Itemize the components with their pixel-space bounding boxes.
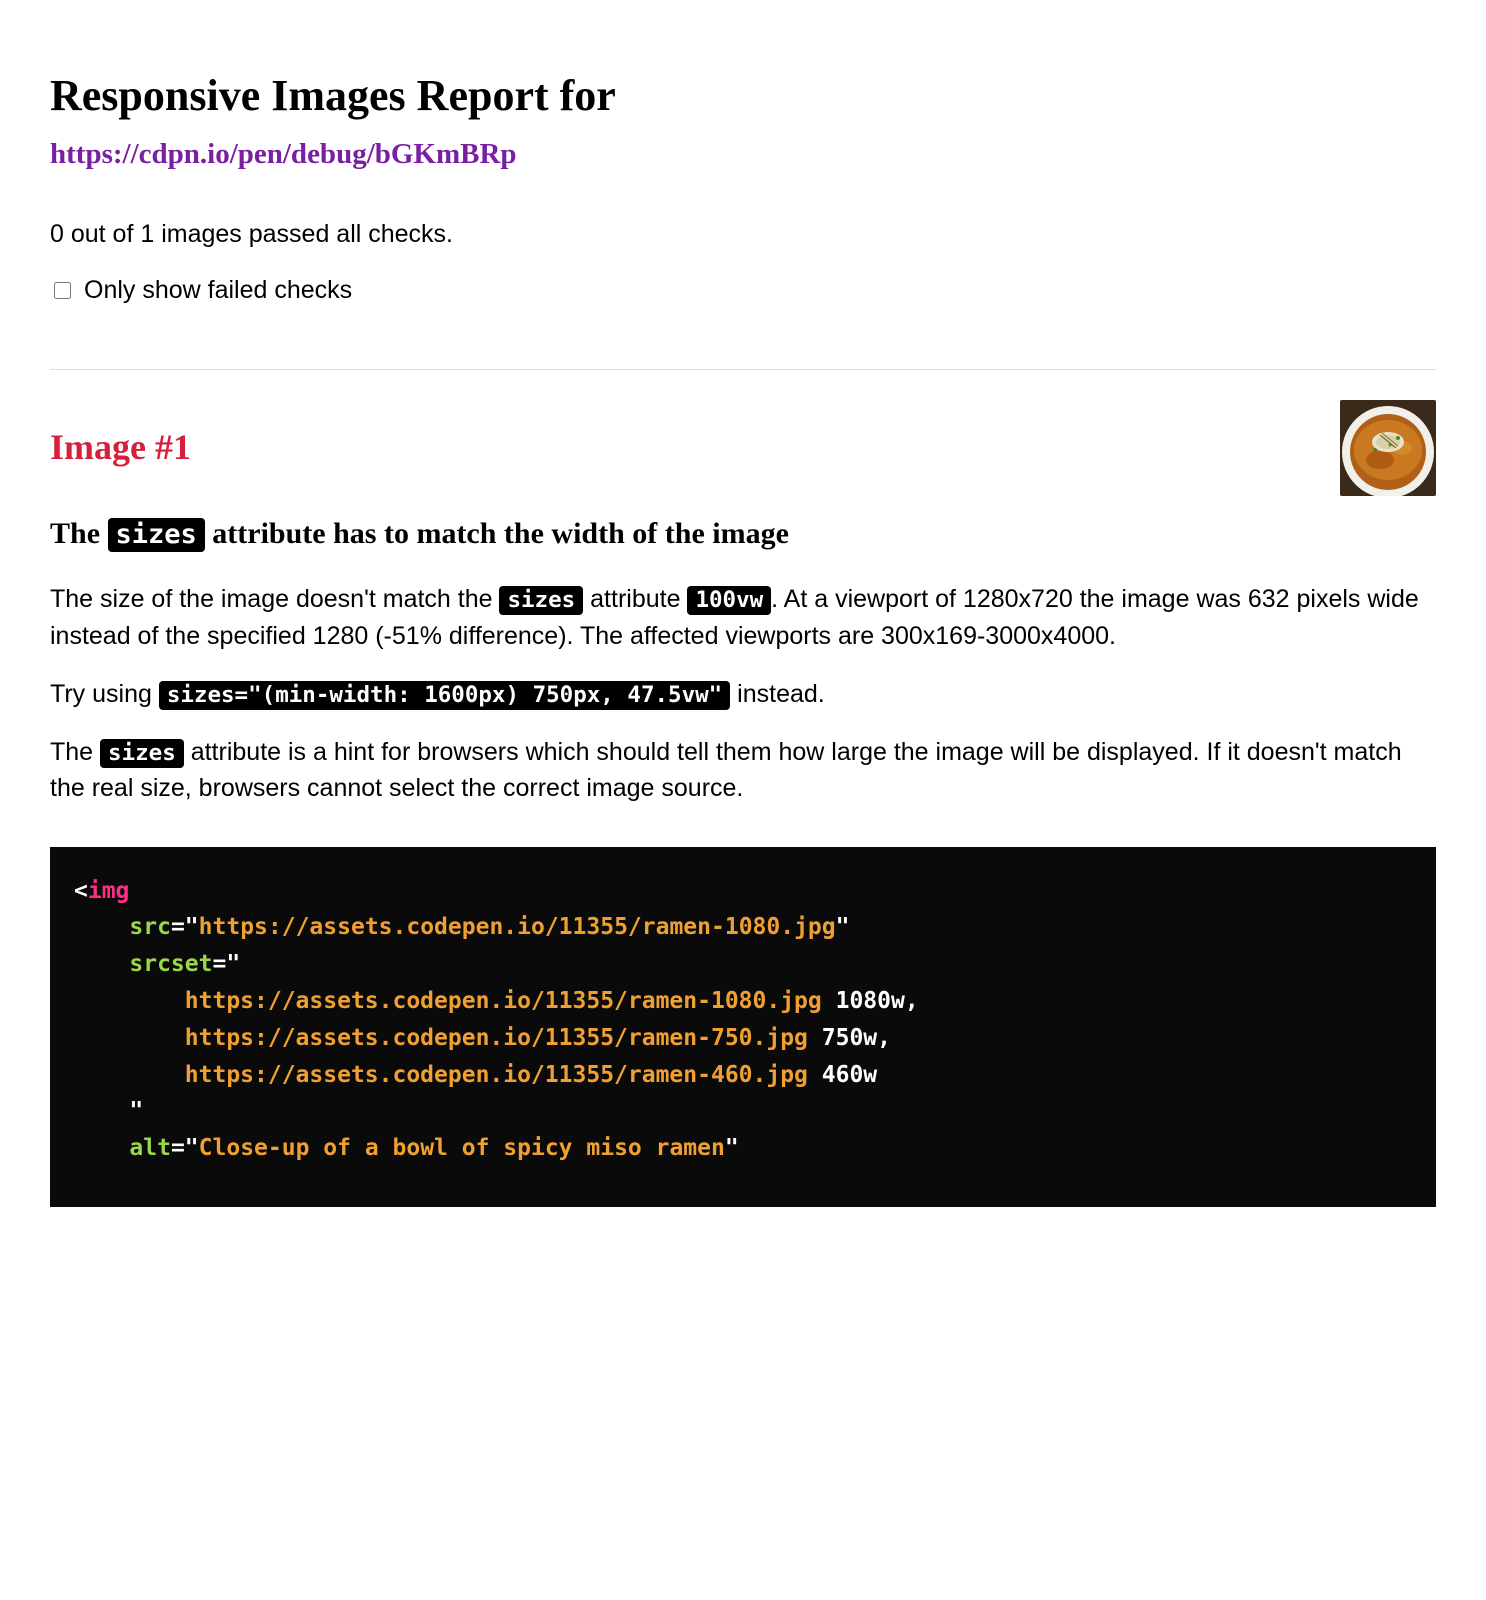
text: Try using <box>50 680 159 708</box>
sizes-code-pill: sizes <box>100 739 184 768</box>
value-code-pill: 100vw <box>687 586 771 615</box>
code-token: " <box>185 914 199 940</box>
summary-text: 0 out of 1 images passed all checks. <box>50 216 1436 254</box>
code-token: " <box>129 1098 143 1124</box>
text: The size of the image doesn't match the <box>50 585 499 613</box>
text: instead. <box>730 680 825 708</box>
code-token: https://assets.codepen.io/11355/ramen-75… <box>185 1025 808 1051</box>
text: attribute is a hint for browsers which s… <box>50 738 1402 802</box>
code-token: https://assets.codepen.io/11355/ramen-46… <box>185 1062 808 1088</box>
code-token: https://assets.codepen.io/11355/ramen-10… <box>185 988 822 1014</box>
image-thumbnail <box>1340 400 1436 496</box>
text: The <box>50 738 100 766</box>
code-token: < <box>74 878 88 904</box>
code-token: src <box>129 914 171 940</box>
divider <box>50 369 1436 370</box>
filter-row: Only show failed checks <box>50 272 1436 310</box>
code-token: = <box>212 951 226 977</box>
code-token: 750w, <box>808 1025 891 1051</box>
code-token: Close-up of a bowl of spicy miso ramen <box>199 1135 725 1161</box>
report-url-link[interactable]: https://cdpn.io/pen/debug/bGKmBRp <box>50 133 1436 177</box>
code-token: " <box>185 1135 199 1161</box>
code-token: 1080w, <box>822 988 919 1014</box>
suggested-sizes-code-pill: sizes="(min-width: 1600px) 750px, 47.5vw… <box>159 681 730 710</box>
check-explanation: The sizes attribute is a hint for browse… <box>50 734 1436 807</box>
page-title: Responsive Images Report for <box>50 70 1436 123</box>
only-failed-checkbox[interactable] <box>54 282 71 299</box>
code-token: 460w <box>808 1062 877 1088</box>
code-token: " <box>725 1135 739 1161</box>
sizes-code-pill: sizes <box>499 586 583 615</box>
check-description-1: The size of the image doesn't match the … <box>50 581 1436 654</box>
image-report-block: Image #1 The sizes attribute has to matc… <box>50 420 1436 1207</box>
code-token: alt <box>129 1135 171 1161</box>
check-title-pre: The <box>50 517 108 550</box>
code-snippet: <img src="https://assets.codepen.io/1135… <box>50 847 1436 1207</box>
text: attribute <box>583 585 687 613</box>
image-heading: Image #1 <box>50 420 1436 474</box>
code-token: = <box>171 914 185 940</box>
code-token: " <box>226 951 240 977</box>
check-suggestion: Try using sizes="(min-width: 1600px) 750… <box>50 676 1436 712</box>
code-token: img <box>88 878 130 904</box>
sizes-code-pill: sizes <box>108 518 205 552</box>
code-token: srcset <box>129 951 212 977</box>
check-title-post: attribute has to match the width of the … <box>205 517 789 550</box>
check-title: The sizes attribute has to match the wid… <box>50 514 1436 553</box>
code-token: " <box>836 914 850 940</box>
code-token: = <box>171 1135 185 1161</box>
only-failed-label: Only show failed checks <box>84 272 352 310</box>
code-token: https://assets.codepen.io/11355/ramen-10… <box>199 914 836 940</box>
